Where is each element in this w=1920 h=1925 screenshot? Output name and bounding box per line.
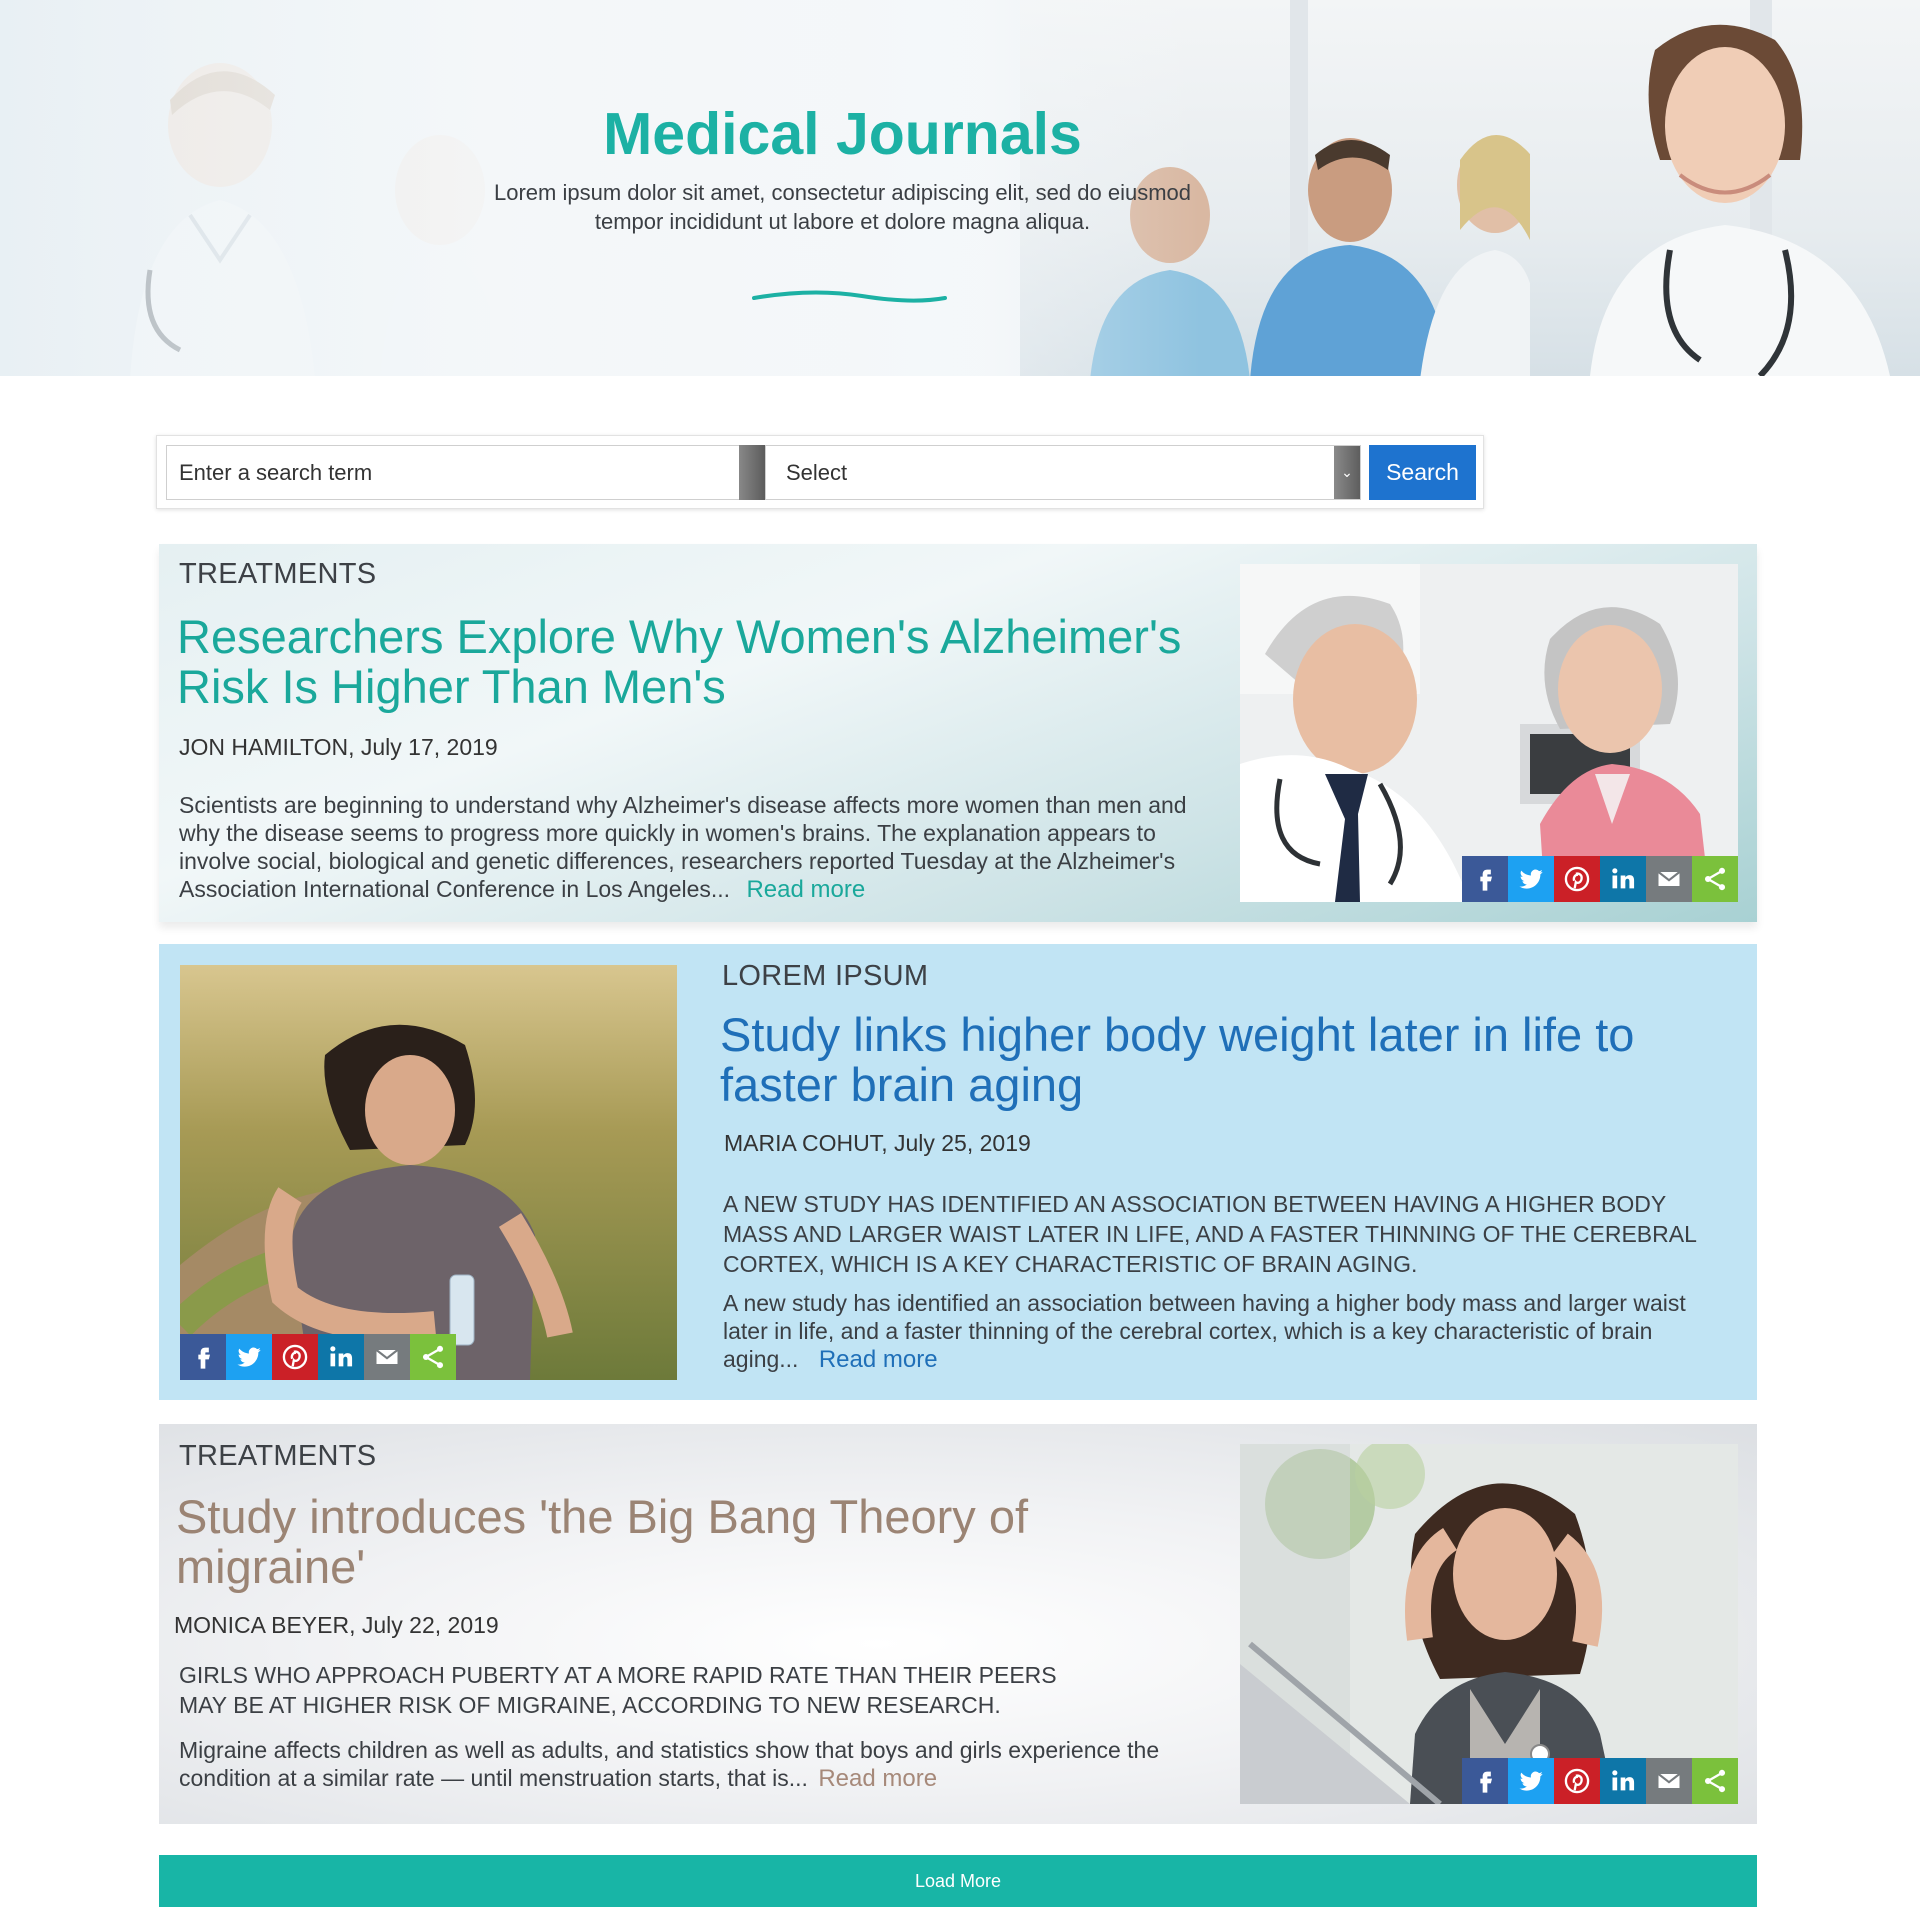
doctor-with-senior-patient-image <box>1240 564 1738 902</box>
share-bar <box>1462 1758 1738 1804</box>
search-button[interactable]: Search <box>1369 445 1476 500</box>
article-date: July 25, 2019 <box>893 1130 1031 1156</box>
pinterest-icon[interactable] <box>272 1334 318 1380</box>
article-image[interactable] <box>1240 1444 1738 1804</box>
article-headline-link[interactable]: Researchers Explore Why Women's Alzheime… <box>177 612 1217 712</box>
pinterest-icon[interactable] <box>1554 1758 1600 1804</box>
woman-in-field-with-water-bottle-image <box>180 965 677 1380</box>
email-icon[interactable] <box>1646 856 1692 902</box>
facebook-icon[interactable] <box>180 1334 226 1380</box>
article-author: MONICA BEYER <box>174 1612 350 1638</box>
load-more-button[interactable]: Load More <box>159 1855 1757 1907</box>
hero-subtitle: Lorem ipsum dolor sit amet, consectetur … <box>493 180 1191 234</box>
article-headline-link[interactable]: Study introduces 'the Big Bang Theory of… <box>176 1492 1176 1592</box>
share-bar <box>180 1334 456 1380</box>
article-card: LOREM IPSUM Study links higher body weig… <box>159 944 1757 1400</box>
article-date: July 22, 2019 <box>361 1612 499 1638</box>
category-select[interactable]: Select ⌄ <box>765 445 1361 500</box>
read-more-link[interactable]: Read more <box>818 1765 937 1792</box>
article-byline: MONICA BEYER, July 22, 2019 <box>174 1612 499 1638</box>
facebook-icon[interactable] <box>1462 1758 1508 1804</box>
article-headline-link[interactable]: Study links higher body weight later in … <box>720 1010 1720 1110</box>
article-author: MARIA COHUT <box>724 1130 882 1156</box>
hero-swoosh-decoration <box>752 290 947 303</box>
article-summary: GIRLS WHO APPROACH PUBERTY AT A MORE RAP… <box>179 1662 1057 1718</box>
article-image[interactable] <box>1240 564 1738 902</box>
linkedin-icon[interactable] <box>1600 1758 1646 1804</box>
hero-doctor-portrait <box>1590 24 1890 376</box>
hero-banner: Medical Journals Lorem ipsum dolor sit a… <box>0 0 1920 376</box>
article-author: JON HAMILTON <box>179 734 349 760</box>
article-category: LOREM IPSUM <box>722 960 929 992</box>
article-card: TREATMENTS Study introduces 'the Big Ban… <box>159 1424 1757 1824</box>
article-body: Migraine affects children as well as adu… <box>179 1737 1160 1791</box>
category-select-value: Select <box>786 460 848 485</box>
article-summary: A NEW STUDY HAS IDENTIFIED AN ASSOCIATIO… <box>723 1191 1697 1277</box>
article-card: TREATMENTS Researchers Explore Why Women… <box>159 544 1757 922</box>
share-icon[interactable] <box>1692 1758 1738 1804</box>
article-excerpt: Scientists are beginning to understand w… <box>179 791 1209 904</box>
chevron-down-icon[interactable]: ⌄ <box>1334 446 1360 499</box>
share-icon[interactable] <box>410 1334 456 1380</box>
share-bar <box>1462 856 1738 902</box>
article-category: TREATMENTS <box>179 1440 377 1472</box>
article-excerpt: A new study has identified an associatio… <box>723 1289 1733 1374</box>
search-bar: Select ⌄ Search <box>156 435 1484 509</box>
article-excerpt: Migraine affects children as well as adu… <box>179 1736 1189 1793</box>
article-byline: MARIA COHUT, July 25, 2019 <box>724 1130 1031 1156</box>
read-more-link[interactable]: Read more <box>819 1346 938 1373</box>
woman-with-headache-at-laptop-image <box>1240 1444 1738 1804</box>
article-date: July 17, 2019 <box>360 734 498 760</box>
search-input[interactable] <box>166 445 745 500</box>
linkedin-icon[interactable] <box>1600 856 1646 902</box>
page-title: Medical Journals <box>603 101 1082 167</box>
facebook-icon[interactable] <box>1462 856 1508 902</box>
pinterest-icon[interactable] <box>1554 856 1600 902</box>
email-icon[interactable] <box>364 1334 410 1380</box>
article-body: Scientists are beginning to understand w… <box>179 792 1187 902</box>
search-input-handle <box>739 445 765 500</box>
article-byline: JON HAMILTON, July 17, 2019 <box>179 734 498 760</box>
linkedin-icon[interactable] <box>318 1334 364 1380</box>
email-icon[interactable] <box>1646 1758 1692 1804</box>
article-category: TREATMENTS <box>179 558 377 590</box>
read-more-link[interactable]: Read more <box>746 876 865 903</box>
share-icon[interactable] <box>1692 856 1738 902</box>
twitter-icon[interactable] <box>1508 856 1554 902</box>
article-image[interactable] <box>180 965 677 1380</box>
twitter-icon[interactable] <box>226 1334 272 1380</box>
twitter-icon[interactable] <box>1508 1758 1554 1804</box>
